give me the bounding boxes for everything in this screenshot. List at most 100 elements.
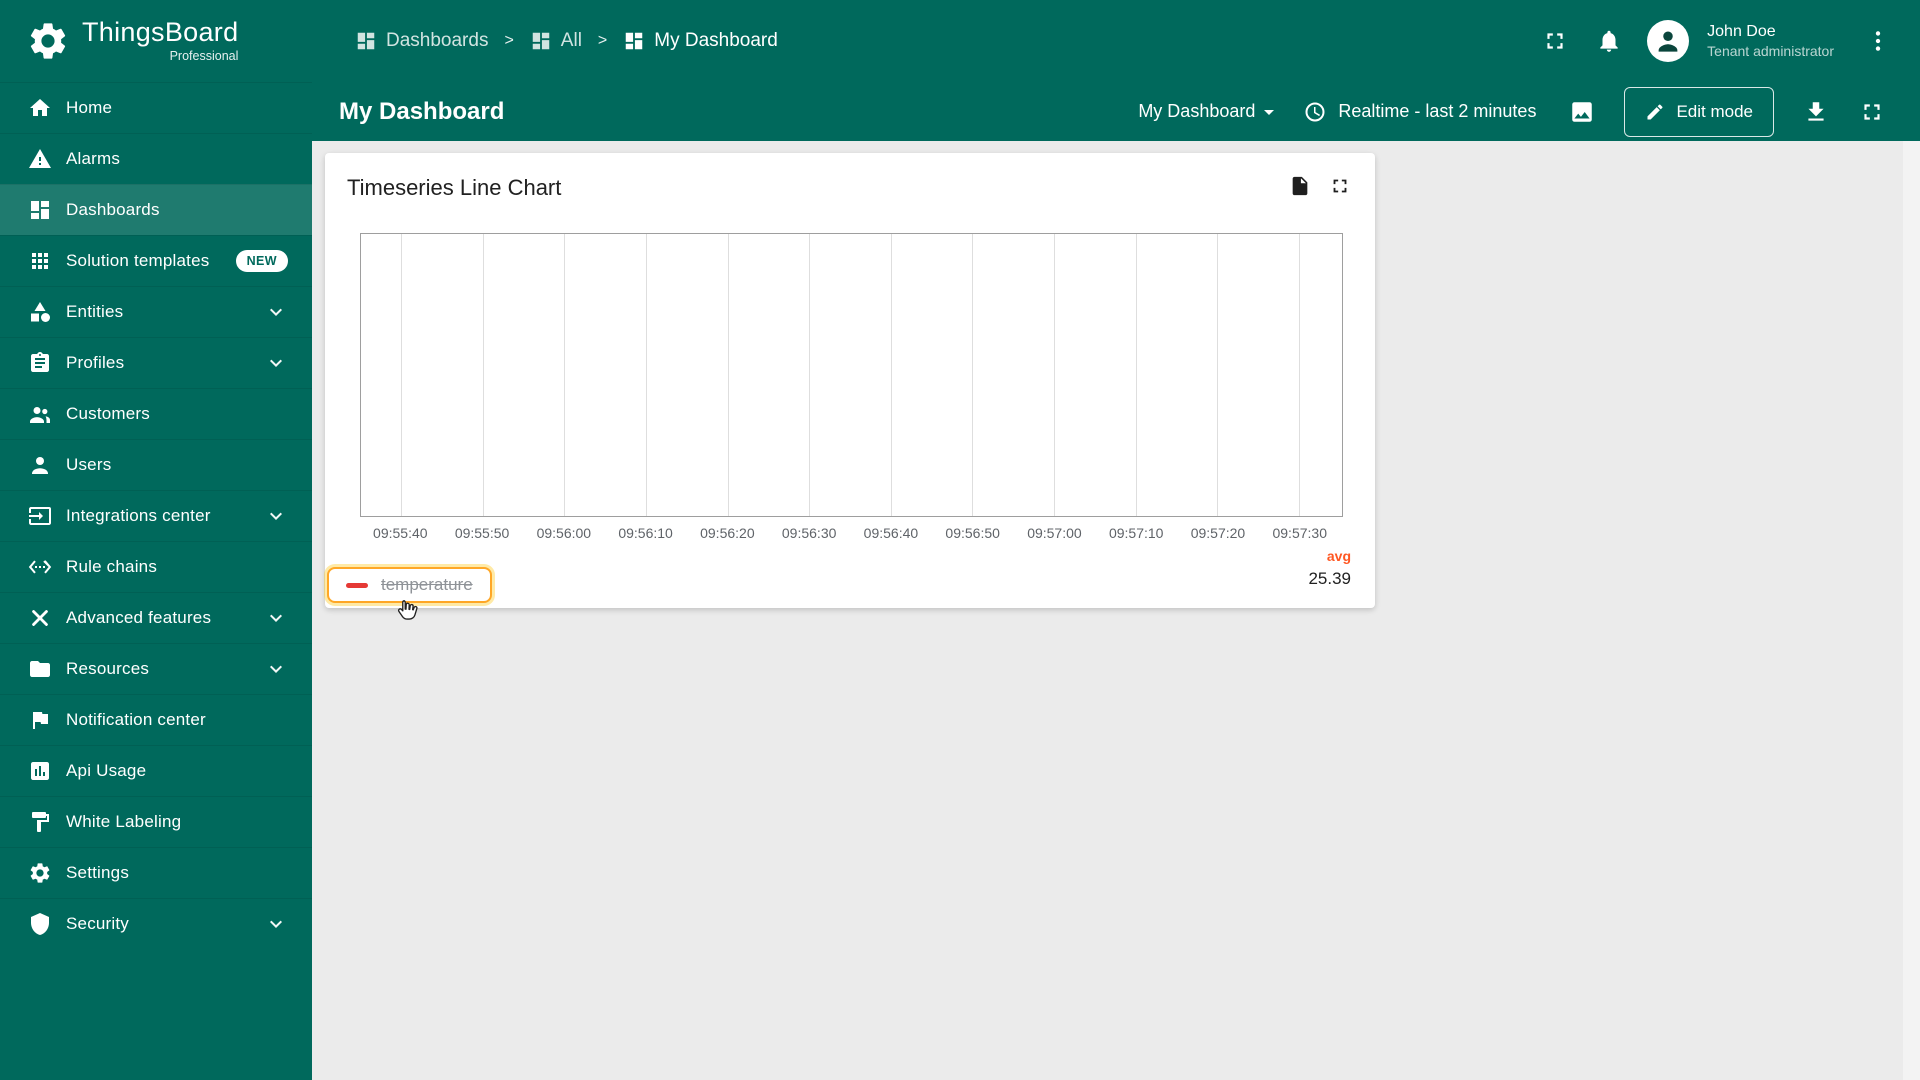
chart-gridline bbox=[482, 234, 484, 516]
x-axis-tick-label: 09:55:40 bbox=[373, 525, 428, 541]
chart-gridline bbox=[809, 234, 811, 516]
x-axis-tick-label: 09:57:10 bbox=[1108, 525, 1164, 541]
breadcrumb-label: My Dashboard bbox=[654, 30, 778, 51]
chart-plot-area bbox=[360, 233, 1343, 517]
download-button[interactable] bbox=[1792, 88, 1840, 136]
sidebar-item-white-labeling[interactable]: White Labeling bbox=[0, 796, 312, 847]
chart-gridline bbox=[890, 234, 892, 516]
sidebar-item-label: Settings bbox=[66, 863, 130, 882]
chart-gridline bbox=[727, 234, 729, 516]
dashboard-selector-value: My Dashboard bbox=[1138, 101, 1256, 121]
widget-fullscreen-button[interactable] bbox=[1329, 175, 1351, 197]
breadcrumb-label: All bbox=[560, 30, 582, 51]
chart-gridline bbox=[1298, 234, 1300, 516]
sidebar-item-api-usage[interactable]: Api Usage bbox=[0, 745, 312, 796]
legend-label: temperature bbox=[381, 575, 473, 594]
arrow-drop-down-icon bbox=[1264, 109, 1275, 115]
timewindow-button[interactable]: Realtime - last 2 minutes bbox=[1303, 100, 1536, 124]
legend-item-temperature[interactable]: temperature bbox=[327, 567, 492, 603]
chevron-down-icon bbox=[264, 300, 288, 324]
more-menu-button[interactable] bbox=[1854, 17, 1902, 65]
background-image-button[interactable] bbox=[1558, 88, 1606, 136]
user-avatar-icon bbox=[1658, 31, 1678, 52]
chart-gridline bbox=[1135, 234, 1137, 516]
sidebar-item-alarms[interactable]: Alarms bbox=[0, 133, 312, 184]
dashboard-grid-icon bbox=[530, 30, 552, 52]
top-bar: Dashboards > All > My Dashboard John Doe Ten… bbox=[312, 0, 1920, 82]
profiles-icon bbox=[28, 351, 52, 375]
sidebar-item-resources[interactable]: Resources bbox=[0, 643, 312, 694]
avg-value: 25.39 bbox=[1308, 569, 1351, 588]
notifications-button[interactable] bbox=[1585, 17, 1633, 65]
sidebar-item-security[interactable]: Security bbox=[0, 898, 312, 949]
sidebar-item-home[interactable]: Home bbox=[0, 82, 312, 133]
toolbar-fullscreen-button[interactable] bbox=[1848, 88, 1896, 136]
pencil-icon bbox=[1647, 103, 1663, 119]
sidebar-item-solution-templates[interactable]: Solution templates NEW bbox=[0, 235, 312, 286]
fullscreen-icon bbox=[1333, 179, 1347, 193]
export-file-icon bbox=[1292, 176, 1308, 196]
edit-mode-button[interactable]: Edit mode bbox=[1624, 86, 1774, 137]
sidebar-item-label: Customers bbox=[66, 404, 150, 423]
dashboard-grid-icon bbox=[623, 30, 645, 52]
breadcrumb-separator: > bbox=[504, 32, 514, 49]
breadcrumb-label: Dashboards bbox=[386, 30, 489, 51]
sidebar-item-label: Api Usage bbox=[66, 761, 147, 780]
sidebar-item-dashboards[interactable]: Dashboards bbox=[0, 184, 312, 235]
timeseries-line-chart-widget: Timeseries Line Chart 09:55:40 09:55:50 09… bbox=[325, 153, 1375, 608]
export-widget-button[interactable] bbox=[1289, 175, 1311, 197]
image-icon bbox=[1572, 101, 1593, 122]
fullscreen-icon bbox=[1547, 33, 1563, 49]
breadcrumb-item-all[interactable]: All bbox=[530, 30, 582, 52]
user-info[interactable]: John Doe Tenant administrator bbox=[1707, 22, 1834, 61]
avatar[interactable] bbox=[1647, 20, 1690, 62]
new-badge: NEW bbox=[235, 250, 288, 272]
x-axis-tick-label: 09:57:30 bbox=[1272, 525, 1327, 541]
x-axis-tick-label: 09:56:50 bbox=[945, 525, 1000, 541]
legend-marker bbox=[346, 582, 368, 588]
breadcrumb-item-my-dashboard[interactable]: My Dashboard bbox=[623, 30, 778, 52]
sidebar-item-label: Solution templates bbox=[66, 251, 210, 270]
dashboard-grid-icon bbox=[355, 30, 377, 52]
bell-icon bbox=[1600, 30, 1618, 52]
fullscreen-button[interactable] bbox=[1531, 17, 1579, 65]
sidebar-item-settings[interactable]: Settings bbox=[0, 847, 312, 898]
sidebar-item-rule-chains[interactable]: Rule chains bbox=[0, 541, 312, 592]
fullscreen-icon bbox=[1864, 103, 1880, 120]
dashboard-selector[interactable]: My Dashboard bbox=[1138, 100, 1281, 124]
users-icon bbox=[28, 453, 52, 477]
advanced-features-icon bbox=[28, 606, 52, 630]
chart-gridline bbox=[564, 234, 566, 516]
sidebar-item-label: Notification center bbox=[66, 710, 206, 729]
sidebar-item-label: Home bbox=[66, 98, 113, 117]
x-axis-tick-label: 09:55:50 bbox=[454, 525, 510, 541]
chevron-down-icon bbox=[264, 504, 288, 528]
widget-actions bbox=[1289, 175, 1351, 197]
sidebar-item-advanced-features[interactable]: Advanced features bbox=[0, 592, 312, 643]
sidebar-item-entities[interactable]: Entities bbox=[0, 286, 312, 337]
dashboard-toolbar: My Dashboard My Dashboard Realtime - las… bbox=[312, 82, 1920, 141]
breadcrumb: Dashboards > All > My Dashboard bbox=[355, 30, 778, 52]
sidebar-item-users[interactable]: Users bbox=[0, 439, 312, 490]
sidebar-item-profiles[interactable]: Profiles bbox=[0, 337, 312, 388]
security-icon bbox=[28, 912, 52, 936]
scrollbar[interactable] bbox=[1903, 141, 1920, 1080]
resources-icon bbox=[28, 657, 52, 681]
breadcrumb-item-dashboards[interactable]: Dashboards bbox=[355, 30, 488, 52]
sidebar-item-label: Alarms bbox=[66, 149, 121, 168]
sidebar-item-label: Users bbox=[66, 455, 112, 474]
sidebar-item-label: Entities bbox=[66, 302, 124, 321]
sidebar-item-label: Security bbox=[66, 914, 130, 933]
sidebar-item-notification-center[interactable]: Notification center bbox=[0, 694, 312, 745]
chevron-down-icon bbox=[264, 657, 288, 681]
dashboard-toolbar-actions: My Dashboard Realtime - last 2 minutes E… bbox=[1138, 86, 1896, 137]
x-axis-tick-label: 09:56:10 bbox=[618, 525, 673, 541]
thingsboard-logo[interactable]: ThingsBoard Professional bbox=[0, 0, 312, 82]
user-name: John Doe bbox=[1707, 22, 1776, 40]
sidebar-item-label: Dashboards bbox=[66, 200, 160, 219]
sidebar-item-customers[interactable]: Customers bbox=[0, 388, 312, 439]
sidebar-item-integrations-center[interactable]: Integrations center bbox=[0, 490, 312, 541]
sidebar-item-label: Profiles bbox=[66, 353, 125, 372]
chart-gridline bbox=[972, 234, 974, 516]
sidebar-item-label: Rule chains bbox=[66, 557, 158, 576]
